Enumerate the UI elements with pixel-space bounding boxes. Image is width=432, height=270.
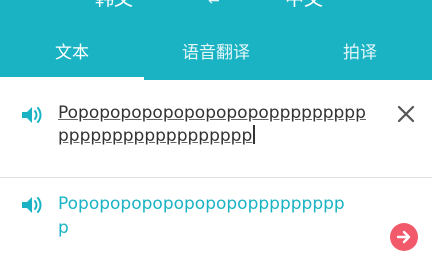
app-header: 韩文 ⇄ 中文 文本 语音翻译 拍译	[0, 0, 432, 80]
source-language-button[interactable]: 韩文	[95, 0, 133, 12]
language-selector-row: 韩文 ⇄ 中文	[0, 0, 432, 12]
result-text-line-1: Popopopopopopopopoppppppppp	[58, 194, 345, 214]
translation-result-text: Popopopopopopopopoppppppppp p	[58, 192, 376, 240]
target-language-button[interactable]: 中文	[285, 0, 323, 12]
source-text-line-1: Popopopopopopopopopoppppppppp	[58, 103, 366, 123]
source-text-line-2-content: pppppppppppppppppp	[58, 126, 253, 146]
close-icon[interactable]	[394, 102, 418, 126]
tab-bar: 文本 语音翻译 拍译	[0, 36, 432, 80]
text-caret	[253, 125, 255, 144]
speaker-icon[interactable]	[20, 194, 44, 216]
source-text-input[interactable]: Popopopopopopopopopoppppppppp pppppppppp…	[58, 102, 376, 148]
tab-text[interactable]: 文本	[0, 36, 144, 80]
speaker-icon[interactable]	[20, 104, 44, 126]
tab-voice-translate[interactable]: 语音翻译	[144, 36, 288, 80]
swap-arrows-icon[interactable]: ⇄	[208, 0, 220, 12]
input-panel[interactable]: Popopopopopopopopopoppppppppp pppppppppp…	[0, 80, 432, 177]
tab-photo-translate[interactable]: 拍译	[288, 36, 432, 80]
translator-screen: 韩文 ⇄ 中文 文本 语音翻译 拍译 Popopopopopopopopopop…	[0, 0, 432, 270]
result-panel: Popopopopopopopopoppppppppp p	[0, 178, 432, 270]
result-text-line-2: p	[58, 218, 69, 238]
arrow-right-icon[interactable]	[390, 223, 418, 251]
source-text-line-2: pppppppppppppppppp	[58, 125, 376, 148]
